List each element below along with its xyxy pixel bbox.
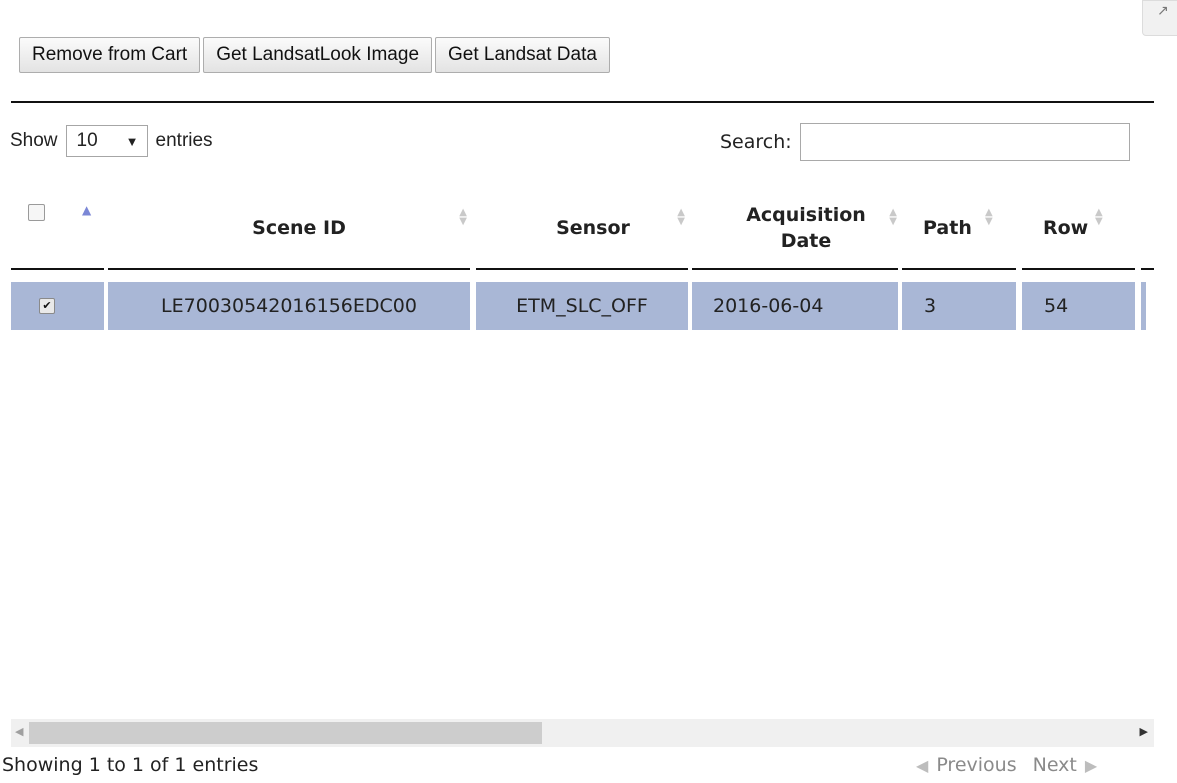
header-divider bbox=[108, 268, 470, 270]
cell-row: 54 bbox=[1022, 282, 1135, 330]
previous-button[interactable]: ◀ Previous bbox=[916, 754, 1017, 776]
remove-from-cart-button[interactable]: Remove from Cart bbox=[19, 37, 201, 73]
horizontal-scrollbar[interactable]: ◀ ▶ bbox=[11, 719, 1154, 747]
next-button[interactable]: Next ▶ bbox=[1033, 754, 1098, 776]
scroll-right-icon[interactable]: ▶ bbox=[1140, 725, 1148, 738]
header-divider bbox=[476, 268, 688, 270]
cell-sensor: ETM_SLC_OFF bbox=[476, 282, 688, 330]
header-divider bbox=[1022, 268, 1135, 270]
length-control: Show 10 ▼ entries bbox=[10, 124, 213, 158]
scroll-left-icon[interactable]: ◀ bbox=[15, 725, 23, 738]
next-icon: ▶ bbox=[1084, 755, 1098, 775]
sort-icon: ▲ ▼ bbox=[459, 207, 467, 227]
header-divider bbox=[11, 268, 104, 270]
header-divider bbox=[692, 268, 898, 270]
get-landsat-data-button[interactable]: Get Landsat Data bbox=[435, 37, 610, 73]
header-divider bbox=[1141, 268, 1154, 270]
search-control: Search: bbox=[720, 123, 1130, 161]
sort-icon: ▲ ▼ bbox=[1095, 207, 1103, 227]
column-header-acquisition-date[interactable]: Acquisition Date ▲ ▼ bbox=[701, 186, 911, 270]
cell-path: 3 bbox=[902, 282, 1016, 330]
show-label: Show bbox=[10, 130, 58, 151]
table-info: Showing 1 to 1 of 1 entries bbox=[2, 754, 259, 776]
chevron-down-icon: ▼ bbox=[125, 133, 139, 149]
entries-per-page-select[interactable]: 10 ▼ bbox=[65, 125, 148, 157]
cell-overflow bbox=[1141, 282, 1146, 330]
expand-icon[interactable]: ↗ bbox=[1142, 0, 1177, 36]
search-input[interactable] bbox=[799, 123, 1130, 161]
column-header-scene-id[interactable]: Scene ID ▲ ▼ bbox=[119, 186, 479, 270]
sort-icon: ▲ ▼ bbox=[985, 207, 993, 227]
scrollbar-thumb[interactable] bbox=[29, 722, 542, 744]
sort-icon: ▲ ▼ bbox=[677, 207, 685, 227]
cell-acquisition-date: 2016-06-04 bbox=[692, 282, 898, 330]
previous-icon: ◀ bbox=[916, 755, 929, 775]
toolbar: Remove from Cart Get LandsatLook Image G… bbox=[19, 37, 613, 73]
header-divider bbox=[902, 268, 1016, 270]
row-select-cell: ✔ bbox=[11, 282, 104, 330]
table-header: Scene ID ▲ ▼ Sensor ▲ ▼ Acquisition Date ▲… bbox=[11, 186, 1146, 270]
entries-label: entries bbox=[155, 130, 213, 151]
column-header-sensor[interactable]: Sensor ▲ ▼ bbox=[487, 186, 699, 270]
get-landsatlook-image-button[interactable]: Get LandsatLook Image bbox=[203, 37, 433, 73]
column-header-row[interactable]: Row ▲ ▼ bbox=[1031, 186, 1146, 270]
pagination: ◀ Previous Next ▶ bbox=[916, 754, 1097, 776]
column-header-path[interactable]: Path ▲ ▼ bbox=[903, 186, 1023, 270]
row-checkbox[interactable]: ✔ bbox=[39, 298, 55, 314]
cell-scene-id: LE70030542016156EDC00 bbox=[108, 282, 470, 330]
search-label: Search: bbox=[720, 131, 792, 153]
sort-icon: ▲ ▼ bbox=[889, 207, 897, 227]
entries-per-page-value: 10 bbox=[76, 130, 98, 151]
toolbar-divider bbox=[11, 101, 1154, 103]
